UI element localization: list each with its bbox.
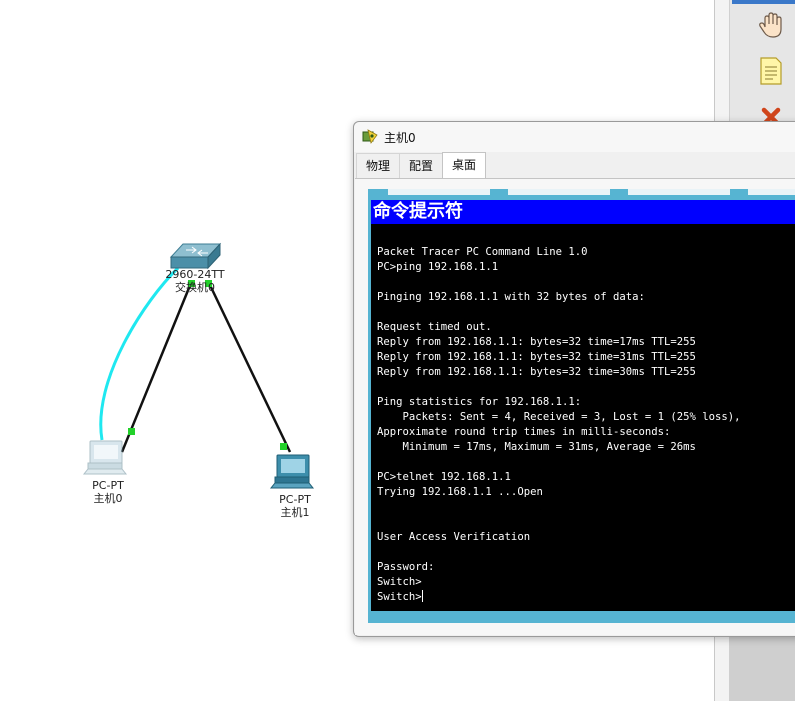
- desktop-app-tile[interactable]: [748, 189, 795, 195]
- inspect-tool-button[interactable]: [753, 8, 789, 42]
- terminal-line: Packet Tracer PC Command Line 1.0: [377, 246, 588, 258]
- desktop-app-strip: [368, 189, 795, 200]
- switch-name: 交换机0: [175, 281, 215, 294]
- desktop-app-tile[interactable]: [628, 189, 730, 195]
- command-prompt[interactable]: 命令提示符 Packet Tracer PC Command Line 1.0 …: [371, 200, 795, 611]
- terminal-line: PC>ping 192.168.1.1: [377, 261, 499, 273]
- terminal-line: Approximate round trip times in milli-se…: [377, 426, 671, 438]
- selected-tool-indicator: [732, 0, 795, 4]
- switch-icon[interactable]: [169, 242, 222, 270]
- terminal-line: Trying 192.168.1.1 ...Open: [377, 486, 543, 498]
- terminal-output[interactable]: Packet Tracer PC Command Line 1.0 PC>pin…: [377, 230, 795, 610]
- desktop-area: 命令提示符 Packet Tracer PC Command Line 1.0 …: [368, 189, 795, 623]
- pc-window[interactable]: 主机0 物理 配置 桌面 命令提示符 Packet Tracer PC Comm…: [353, 121, 795, 637]
- switch-model: 2960-24TT: [165, 268, 225, 281]
- host0-name: 主机0: [93, 492, 123, 505]
- terminal-line: Packets: Sent = 4, Received = 3, Lost = …: [377, 411, 741, 423]
- terminal-line: Minimum = 17ms, Maximum = 31ms, Average …: [377, 441, 696, 453]
- packet-tracer-icon: [362, 129, 378, 144]
- place-note-button[interactable]: [753, 54, 789, 88]
- terminal-line: Switch>: [377, 591, 422, 603]
- text-cursor: [421, 590, 423, 602]
- tab-physical[interactable]: 物理: [356, 153, 401, 178]
- hand-icon: [759, 12, 782, 38]
- link-light: [280, 443, 287, 450]
- terminal-line: Password:: [377, 561, 435, 573]
- ethernet-cable-host1[interactable]: [207, 282, 292, 453]
- terminal-line: Reply from 192.168.1.1: bytes=32 time=31…: [377, 351, 696, 363]
- link-light: [128, 428, 135, 435]
- pc-icon[interactable]: [82, 440, 128, 475]
- host1-type: PC-PT: [279, 493, 311, 506]
- terminal-line: Reply from 192.168.1.1: bytes=32 time=30…: [377, 366, 696, 378]
- desktop-app-tile[interactable]: [388, 189, 490, 195]
- terminal-line: Switch>: [377, 576, 422, 588]
- tab-desktop[interactable]: 桌面: [442, 152, 487, 179]
- terminal-line: User Access Verification: [377, 531, 531, 543]
- host1-label: PC-PT 主机1: [262, 493, 328, 519]
- command-prompt-title: 命令提示符: [371, 200, 795, 224]
- tab-bar: 物理 配置 桌面: [356, 152, 487, 179]
- tab-config[interactable]: 配置: [399, 153, 444, 178]
- terminal-line: Reply from 192.168.1.1: bytes=32 time=17…: [377, 336, 696, 348]
- pc-icon[interactable]: [269, 454, 315, 489]
- terminal-line: Request timed out.: [377, 321, 492, 333]
- host1-name: 主机1: [280, 506, 310, 519]
- toolbar-footer: [729, 628, 795, 701]
- terminal-line: Ping statistics for 192.168.1.1:: [377, 396, 582, 408]
- switch-label: 2960-24TT 交换机0: [160, 268, 230, 294]
- host0-type: PC-PT: [92, 479, 124, 492]
- desktop-app-tile[interactable]: [508, 189, 610, 195]
- ethernet-cable-host0[interactable]: [120, 282, 193, 453]
- window-title: 主机0: [384, 131, 416, 145]
- host0-label: PC-PT 主机0: [75, 479, 141, 505]
- terminal-line: PC>telnet 192.168.1.1: [377, 471, 511, 483]
- window-titlebar[interactable]: 主机0: [354, 122, 795, 152]
- note-icon: [760, 57, 782, 85]
- terminal-line: Pinging 192.168.1.1 with 32 bytes of dat…: [377, 291, 645, 303]
- desktop-tab-panel: 命令提示符 Packet Tracer PC Command Line 1.0 …: [355, 178, 795, 635]
